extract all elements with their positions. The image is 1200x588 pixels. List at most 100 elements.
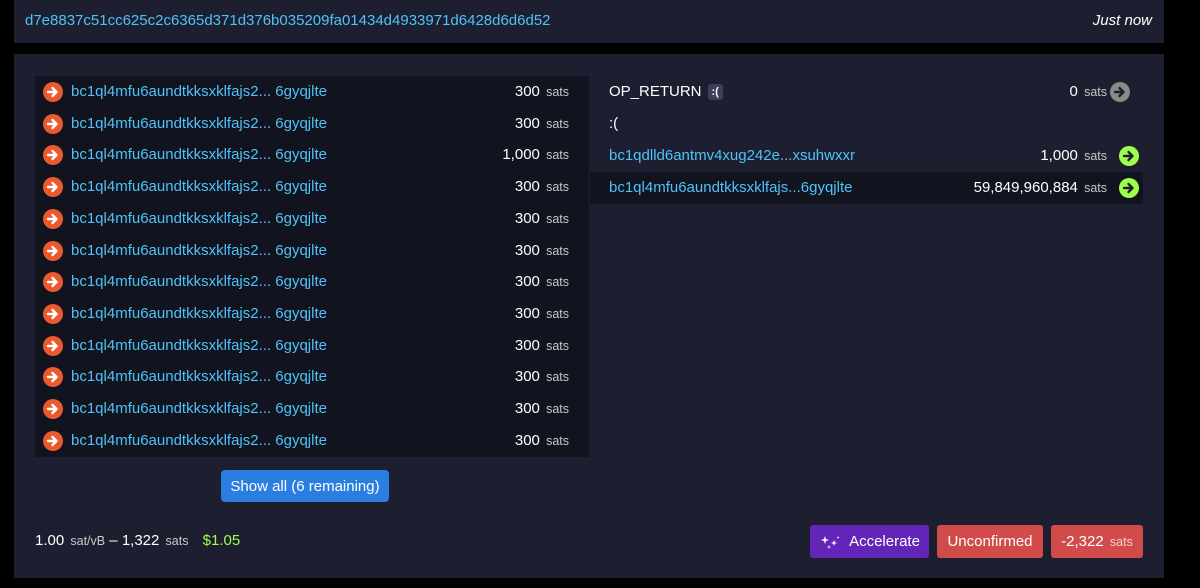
input-address-link[interactable]: bc1ql4mfu6aundtkksxklfajs2... 6gyqjlte <box>71 178 327 195</box>
arrow-right-circle-icon[interactable] <box>1119 146 1139 166</box>
op-return-data-row: :( <box>590 108 1143 140</box>
input-amount-value: 300 <box>514 400 540 417</box>
input-amount-unit: sats <box>546 370 569 385</box>
arrow-right-circle-icon[interactable] <box>43 399 63 419</box>
input-address-link[interactable]: bc1ql4mfu6aundtkksxklfajs2... 6gyqjlte <box>71 273 327 290</box>
input-amount-value: 300 <box>514 431 540 449</box>
input-row: bc1ql4mfu6aundtkksxklfajs2... 6gyqjlte 30… <box>35 76 589 108</box>
op-return-text: OP_RETURN <box>609 83 702 100</box>
output-amount-unit: sats <box>1084 149 1107 163</box>
accelerate-button[interactable]: Accelerate <box>810 525 929 558</box>
input-row: bc1ql4mfu6aundtkksxklfajs2... 6gyqjlte 30… <box>35 425 589 457</box>
input-address-link[interactable]: bc1ql4mfu6aundtkksxklfajs2... 6gyqjlte <box>71 337 327 354</box>
output-address-link[interactable]: bc1qdlld6antmv4xug242e...xsuhwxxr <box>609 147 855 164</box>
arrow-right-circle-icon[interactable] <box>43 82 63 102</box>
input-amount: 300 sats <box>515 368 569 385</box>
arrow-right-circle-icon[interactable] <box>43 240 63 261</box>
input-address-link[interactable]: bc1ql4mfu6aundtkksxklfajs2... 6gyqjlte <box>71 368 327 385</box>
output-amount-unit: sats <box>1084 181 1107 195</box>
input-row: bc1ql4mfu6aundtkksxklfajs2... 6gyqjlte 30… <box>35 171 589 203</box>
status-badge: Unconfirmed <box>937 525 1043 558</box>
inputs-list: bc1ql4mfu6aundtkksxklfajs2... 6gyqjlte 30… <box>35 76 589 457</box>
sparkles-icon <box>821 535 840 549</box>
status-label: Unconfirmed <box>947 533 1033 550</box>
fee-summary: 1.00 sat/vB – 1,322 sats $1.05 <box>35 532 240 549</box>
input-row: bc1ql4mfu6aundtkksxklfajs2... 6gyqjlte 1,… <box>35 139 589 171</box>
op-return-amount-value: 0 <box>1069 83 1078 100</box>
input-amount-unit: sats <box>546 243 569 258</box>
input-row: bc1ql4mfu6aundtkksxklfajs2... 6gyqjlte 30… <box>35 361 589 393</box>
input-amount-unit: sats <box>546 148 569 163</box>
arrow-right-circle-icon[interactable] <box>43 145 63 166</box>
output-amount: 1,000 sats <box>1040 147 1107 164</box>
op-return-amount: 0 sats <box>1070 83 1107 100</box>
output-row: bc1ql4mfu6aundtkksxklfajs...6gyqjlte 59,… <box>590 172 1143 204</box>
tx-details-panel: bc1ql4mfu6aundtkksxklfajs2... 6gyqjlte 30… <box>14 54 1164 578</box>
tx-header: d7e8837c51cc625c2c6365d371d376b035209fa0… <box>14 0 1164 43</box>
output-address-link[interactable]: bc1ql4mfu6aundtkksxklfajs...6gyqjlte <box>609 179 852 196</box>
input-address-link[interactable]: bc1ql4mfu6aundtkksxklfajs2... 6gyqjlte <box>71 146 327 163</box>
input-address-link[interactable]: bc1ql4mfu6aundtkksxklfajs2... 6gyqjlte <box>71 115 327 132</box>
input-amount-value: 300 <box>514 273 540 291</box>
op-return-amount-unit: sats <box>1084 85 1107 99</box>
op-return-badge: :( <box>707 84 723 100</box>
input-amount-unit: sats <box>546 85 569 99</box>
input-amount-value: 300 <box>514 241 540 259</box>
arrow-right-circle-icon[interactable] <box>43 367 63 388</box>
input-amount-unit: sats <box>546 306 569 321</box>
input-amount-unit: sats <box>546 402 569 416</box>
input-amount: 300 sats <box>515 178 569 195</box>
input-address-link[interactable]: bc1ql4mfu6aundtkksxklfajs2... 6gyqjlte <box>71 242 327 259</box>
arrow-right-circle-icon[interactable] <box>43 208 63 229</box>
arrow-right-circle-icon[interactable] <box>43 177 63 198</box>
input-amount: 300 sats <box>515 337 569 354</box>
accelerate-label: Accelerate <box>849 533 920 550</box>
input-amount: 300 sats <box>515 305 569 322</box>
input-amount-value: 300 <box>514 304 540 322</box>
input-row: bc1ql4mfu6aundtkksxklfajs2... 6gyqjlte 30… <box>35 203 589 235</box>
input-amount: 300 sats <box>515 400 569 417</box>
input-amount-unit: sats <box>546 433 569 448</box>
arrow-right-circle-icon[interactable] <box>43 272 63 293</box>
fee-value: 1,322 <box>121 532 160 549</box>
input-amount: 300 sats <box>515 115 569 132</box>
input-amount-value: 300 <box>514 209 540 227</box>
arrow-right-circle-icon[interactable] <box>1110 82 1130 102</box>
output-amount: 59,849,960,884 sats <box>974 179 1107 196</box>
arrow-right-circle-icon[interactable] <box>43 303 63 324</box>
txid-link[interactable]: d7e8837c51cc625c2c6365d371d376b035209fa0… <box>25 12 551 29</box>
input-amount-unit: sats <box>546 275 569 290</box>
delta-value: -2,322 <box>1061 533 1104 550</box>
balance-delta-badge: -2,322 sats <box>1051 525 1143 558</box>
op-return-label: OP_RETURN :( <box>609 83 723 100</box>
input-row: bc1ql4mfu6aundtkksxklfajs2... 6gyqjlte 30… <box>35 108 589 140</box>
input-amount-value: 1,000 <box>502 146 540 164</box>
input-row: bc1ql4mfu6aundtkksxklfajs2... 6gyqjlte 30… <box>35 298 589 330</box>
arrow-right-circle-icon[interactable] <box>43 335 63 356</box>
input-address-link[interactable]: bc1ql4mfu6aundtkksxklfajs2... 6gyqjlte <box>71 432 327 449</box>
fee-unit: sats <box>165 534 189 548</box>
show-all-button[interactable]: Show all (6 remaining) <box>221 470 389 502</box>
output-row: bc1qdlld6antmv4xug242e...xsuhwxxr 1,000 … <box>590 140 1143 172</box>
input-address-link[interactable]: bc1ql4mfu6aundtkksxklfajs2... 6gyqjlte <box>71 210 327 227</box>
input-amount-unit: sats <box>546 338 569 353</box>
arrow-right-circle-icon[interactable] <box>43 113 63 134</box>
fee-rate-unit: sat/vB <box>70 534 106 548</box>
op-return-data: :( <box>609 115 619 132</box>
input-row: bc1ql4mfu6aundtkksxklfajs2... 6gyqjlte 30… <box>35 393 589 425</box>
arrow-right-circle-icon[interactable] <box>1119 178 1139 198</box>
input-address-link[interactable]: bc1ql4mfu6aundtkksxklfajs2... 6gyqjlte <box>71 305 327 322</box>
input-address-link[interactable]: bc1ql4mfu6aundtkksxklfajs2... 6gyqjlte <box>71 83 327 100</box>
input-address-link[interactable]: bc1ql4mfu6aundtkksxklfajs2... 6gyqjlte <box>71 400 327 417</box>
input-amount-value: 300 <box>514 178 540 196</box>
input-amount-value: 300 <box>514 83 540 100</box>
input-amount: 300 sats <box>515 242 569 259</box>
input-row: bc1ql4mfu6aundtkksxklfajs2... 6gyqjlte 30… <box>35 330 589 362</box>
output-amount-value: 59,849,960,884 <box>973 179 1078 196</box>
input-amount: 1,000 sats <box>502 146 569 163</box>
arrow-right-circle-icon[interactable] <box>43 430 63 451</box>
fee-separator: – <box>109 532 118 549</box>
input-amount-unit: sats <box>546 116 569 131</box>
tx-time: Just now <box>1092 12 1152 29</box>
input-amount: 300 sats <box>515 210 569 227</box>
